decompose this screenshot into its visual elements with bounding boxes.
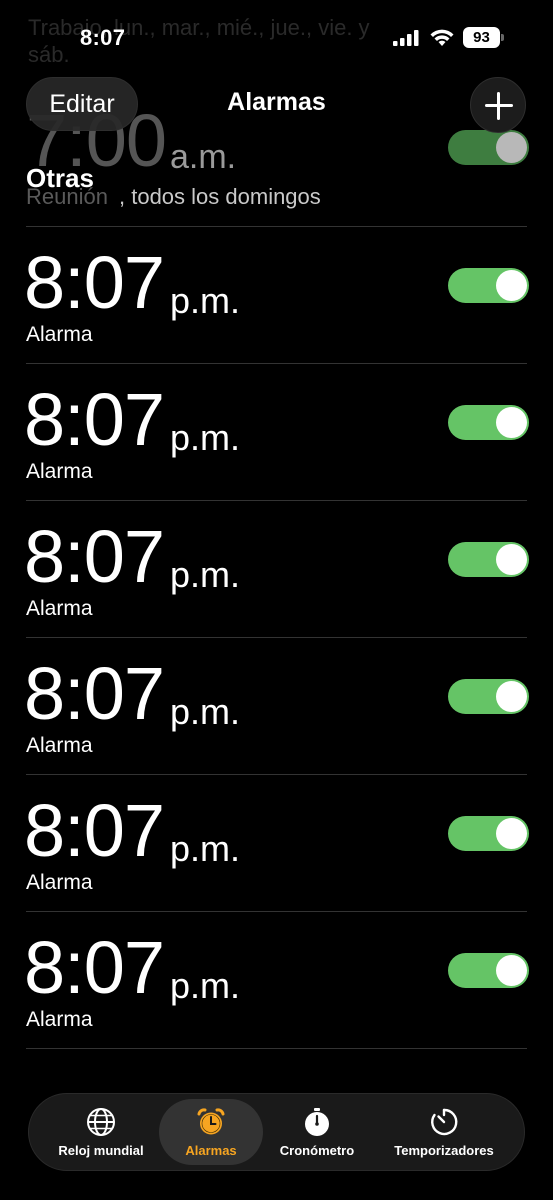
alarm-label: Alarma: [26, 460, 93, 483]
alarm-toggle[interactable]: [448, 542, 529, 577]
alarm-time: 8:07: [24, 241, 165, 324]
alarm-row[interactable]: 8:07 p.m. Alarma: [0, 774, 553, 911]
timer-icon: [431, 1108, 458, 1136]
divider: [26, 774, 527, 775]
alarm-toggle[interactable]: [448, 268, 529, 303]
battery-icon: 93: [463, 27, 505, 48]
alarm-label: Alarma: [26, 323, 93, 346]
alarm-time: 8:07: [24, 515, 165, 598]
alarm-time: 8:07: [24, 789, 165, 872]
cellular-signal-icon: [393, 30, 419, 46]
tab-label: Temporizadores: [394, 1143, 494, 1158]
divider: [26, 226, 527, 227]
wifi-icon: [430, 29, 454, 46]
alarm-ampm: p.m.: [170, 554, 241, 595]
alarm-ampm: p.m.: [170, 965, 241, 1006]
plus-icon[interactable]: [470, 77, 526, 133]
divider: [26, 637, 527, 638]
alarm-row[interactable]: 8:07 p.m. Alarma: [0, 637, 553, 774]
alarm-time: 8:07: [24, 378, 165, 461]
divider: [26, 500, 527, 501]
alarm-toggle[interactable]: [448, 405, 529, 440]
alarm-clock-icon: [197, 1108, 225, 1135]
alarm-time: 8:07: [24, 652, 165, 735]
divider: [26, 911, 527, 912]
tab-label: Alarmas: [185, 1143, 237, 1158]
battery-level: 93: [463, 27, 500, 48]
alarm-ampm: p.m.: [170, 417, 241, 458]
alarm-row[interactable]: 8:07 p.m. Alarma: [0, 226, 553, 363]
alarm-ampm: p.m.: [170, 280, 241, 321]
alarm-ampm: p.m.: [170, 691, 241, 732]
alarm-label: Alarma: [26, 1008, 93, 1031]
alarm-toggle[interactable]: [448, 816, 529, 851]
alarm-row[interactable]: 8:07 p.m. Alarma: [0, 363, 553, 500]
alarm-toggle[interactable]: [448, 130, 529, 165]
tab-world-clock[interactable]: Reloj mundial: [39, 1099, 163, 1165]
stopwatch-icon: [305, 1108, 329, 1136]
alarm-label: Alarma: [26, 734, 93, 757]
divider: [26, 1048, 527, 1049]
globe-icon: [87, 1108, 115, 1136]
tab-stopwatch[interactable]: Cronómetro: [267, 1099, 367, 1165]
tab-label: Reloj mundial: [58, 1143, 144, 1158]
divider: [26, 363, 527, 364]
alarm-row[interactable]: 8:07 p.m. Alarma: [0, 500, 553, 637]
alarm-time: 8:07: [24, 926, 165, 1009]
status-time: 8:07: [80, 25, 126, 50]
status-bar: 8:07 93: [0, 0, 553, 76]
tab-label: Cronómetro: [279, 1143, 355, 1158]
alarm-toggle[interactable]: [448, 679, 529, 714]
alarm-toggle[interactable]: [448, 953, 529, 988]
alarm-label: Alarma: [26, 597, 93, 620]
tab-bar: Reloj mundial Alarmas Cronómetro Tempori…: [28, 1093, 525, 1171]
alarm-ampm: p.m.: [170, 828, 241, 869]
tab-alarms[interactable]: Alarmas: [159, 1099, 263, 1165]
alarm-label: Alarma: [26, 871, 93, 894]
alarm-ampm: a.m.: [170, 138, 237, 176]
section-title-otras: Otras: [26, 163, 94, 193]
alarm-row[interactable]: 8:07 p.m. Alarma: [0, 911, 553, 1048]
tab-timers[interactable]: Temporizadores: [379, 1099, 509, 1165]
alarm-repeat: , todos los domingos: [119, 184, 321, 209]
